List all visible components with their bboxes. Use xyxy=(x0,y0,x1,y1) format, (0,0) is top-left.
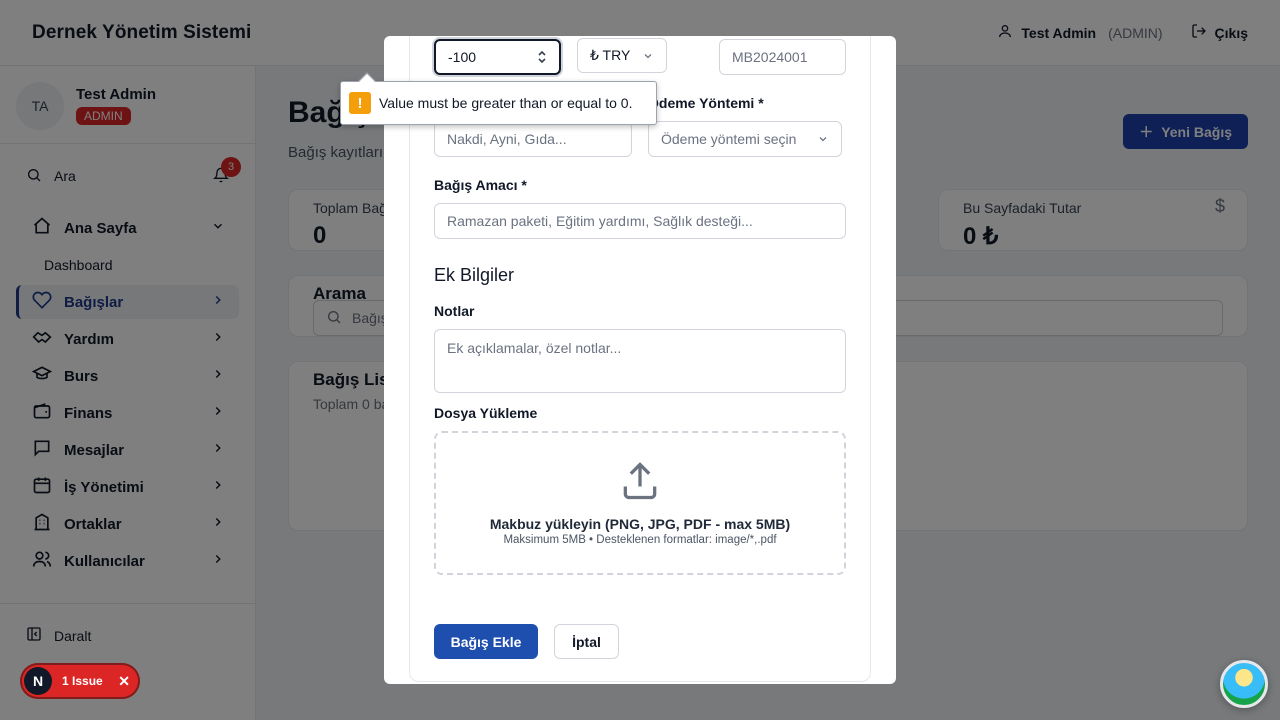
validation-message: Value must be greater than or equal to 0… xyxy=(379,95,633,111)
donation-type-input[interactable]: Nakdi, Ayni, Gıda... xyxy=(434,121,632,157)
upload-title: Makbuz yükleyin (PNG, JPG, PDF - max 5MB… xyxy=(489,516,791,532)
issues-badge[interactable]: N 1 Issue ✕ xyxy=(20,663,140,699)
file-dropzone[interactable]: Makbuz yükleyin (PNG, JPG, PDF - max 5MB… xyxy=(434,431,846,575)
extra-info-heading: Ek Bilgiler xyxy=(434,265,515,285)
chevron-down-icon xyxy=(817,133,829,145)
payment-method-label: Ödeme Yöntemi * xyxy=(648,95,764,111)
donation-type-placeholder: Nakdi, Ayni, Gıda... xyxy=(447,131,567,147)
validation-tooltip: ! Value must be greater than or equal to… xyxy=(340,72,657,125)
next-logo-icon: N xyxy=(24,667,52,695)
receipt-number-input[interactable]: MB2024001 xyxy=(719,39,846,75)
spinner-icon[interactable] xyxy=(537,49,547,65)
receipt-placeholder: MB2024001 xyxy=(732,49,808,65)
notes-label: Notlar xyxy=(434,303,475,319)
currency-value: ₺ TRY xyxy=(590,47,631,63)
warning-icon: ! xyxy=(349,92,371,114)
purpose-placeholder: Ramazan paketi, Eğitim yardımı, Sağlık d… xyxy=(447,213,753,229)
upload-label: Dosya Yükleme xyxy=(434,405,538,421)
donation-form: -100 ₺ TRY MB2024001 Ödeme Yöntemi * Nak… xyxy=(409,36,871,682)
amount-value: -100 xyxy=(448,49,477,65)
notes-placeholder: Ek açıklamalar, özel notlar... xyxy=(447,340,622,356)
close-icon[interactable]: ✕ xyxy=(118,673,130,690)
add-donation-modal: -100 ₺ TRY MB2024001 Ödeme Yöntemi * Nak… xyxy=(384,36,896,684)
submit-donation-button[interactable]: Bağış Ekle xyxy=(434,624,538,659)
currency-select[interactable]: ₺ TRY xyxy=(577,38,667,73)
purpose-label: Bağış Amacı * xyxy=(434,177,527,193)
amount-input[interactable]: -100 xyxy=(434,39,561,75)
upload-subtitle: Maksimum 5MB • Desteklenen formatlar: im… xyxy=(503,534,777,546)
issues-label: 1 Issue xyxy=(62,674,103,688)
notes-textarea[interactable]: Ek açıklamalar, özel notlar... xyxy=(434,329,846,393)
purpose-input[interactable]: Ramazan paketi, Eğitim yardımı, Sağlık d… xyxy=(434,203,846,239)
assistant-launcher-icon[interactable] xyxy=(1220,660,1268,708)
payment-method-select[interactable]: Ödeme yöntemi seçin xyxy=(648,121,842,157)
cancel-button[interactable]: İptal xyxy=(554,624,619,659)
upload-icon xyxy=(436,459,844,508)
chevron-down-icon xyxy=(642,50,654,62)
payment-method-placeholder: Ödeme yöntemi seçin xyxy=(661,131,797,147)
